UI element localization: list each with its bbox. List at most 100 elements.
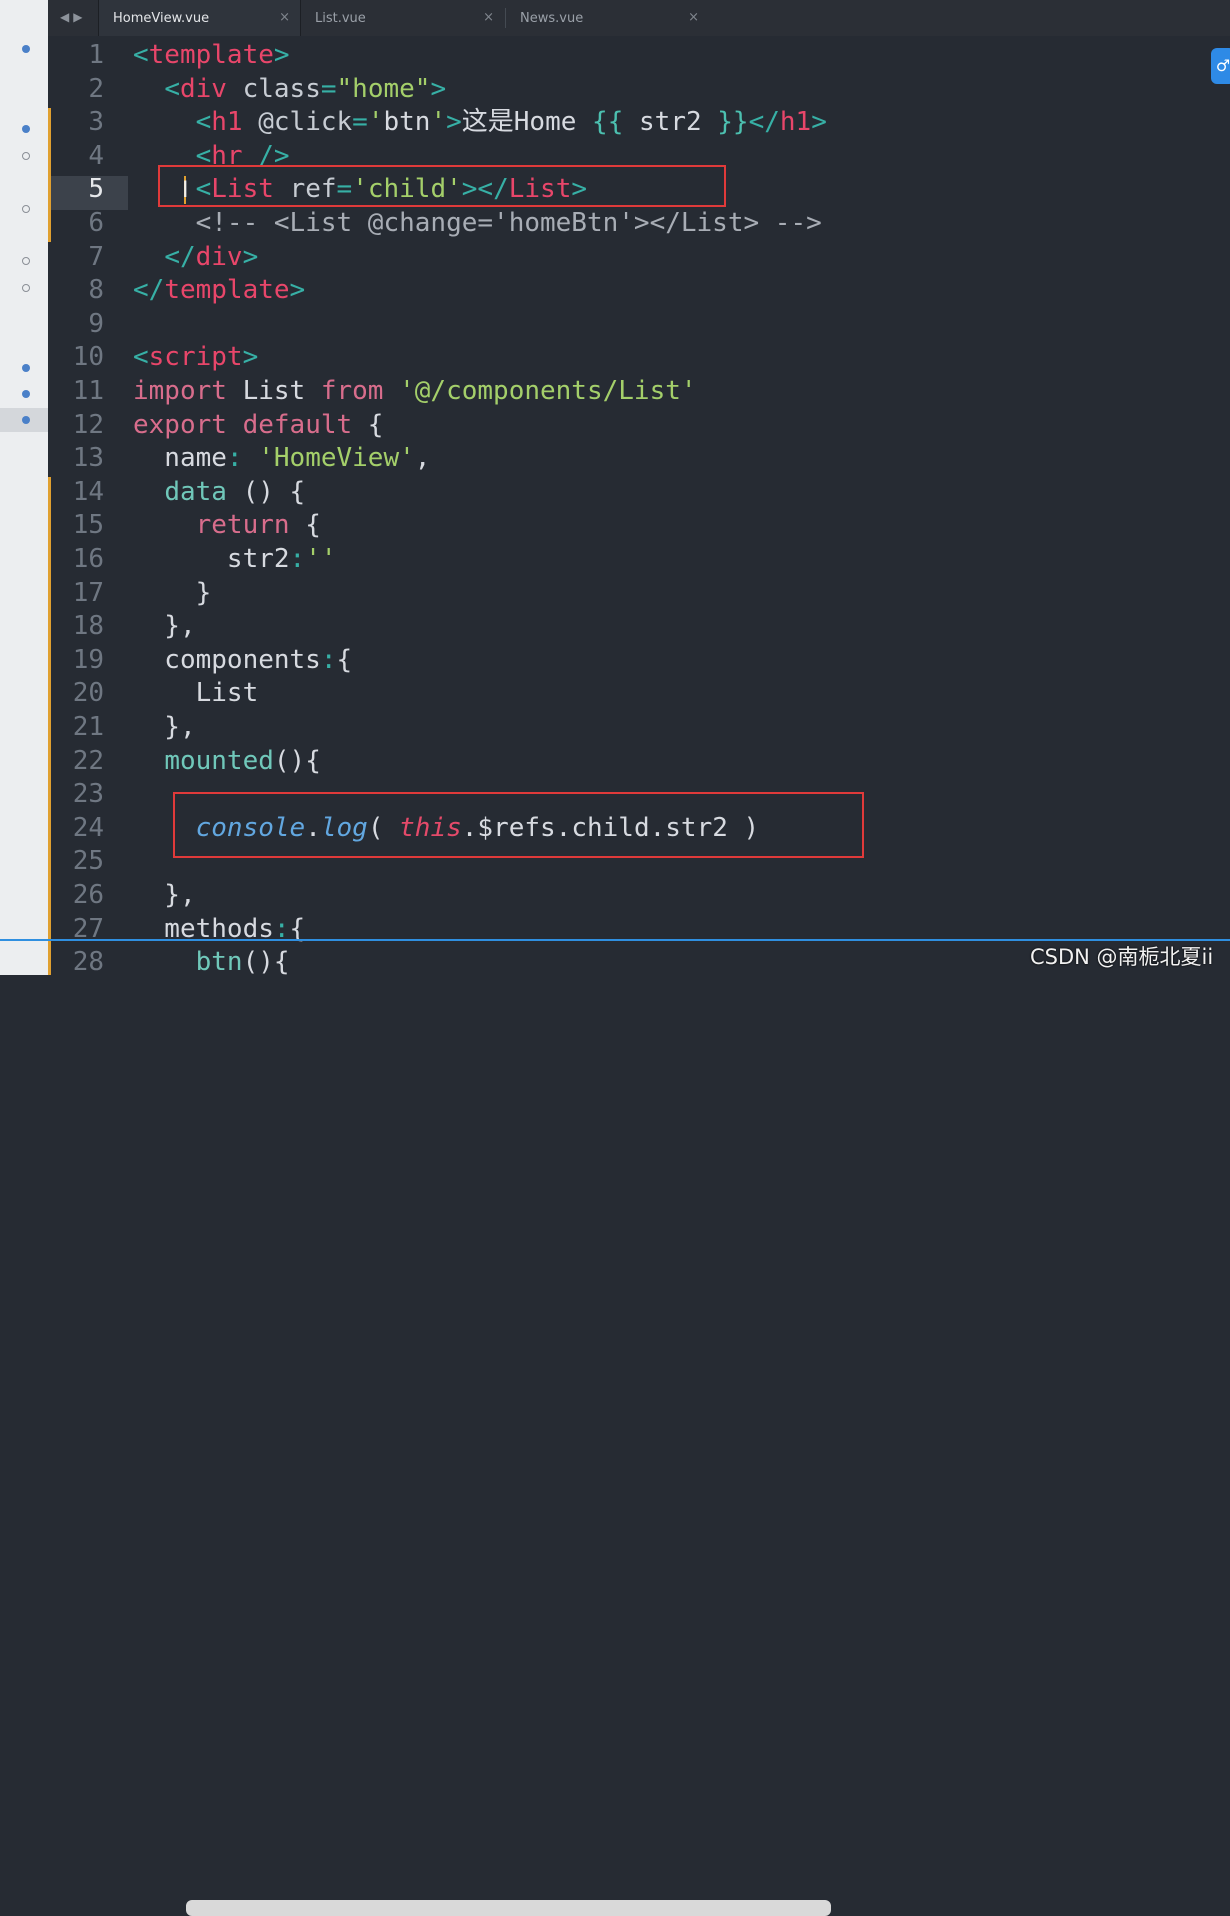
- sidebar-marker-dot[interactable]: [22, 257, 30, 265]
- code-line[interactable]: 14 data () {: [48, 476, 1230, 510]
- code-line[interactable]: 11 import List from '@/components/List': [48, 375, 1230, 409]
- code-line[interactable]: 12 export default {: [48, 409, 1230, 443]
- line-number: 22: [72, 745, 104, 776]
- code-text: name: 'HomeView',: [133, 442, 430, 476]
- code-line[interactable]: 7 </div>: [48, 241, 1230, 275]
- code-token: ': [430, 107, 447, 138]
- tab-label: HomeView.vue: [113, 11, 210, 26]
- code-text: components:{: [133, 644, 352, 678]
- sidebar-marker-dot[interactable]: [22, 152, 30, 160]
- line-number: 5: [88, 174, 104, 205]
- code-line[interactable]: 16 str2:'': [48, 543, 1230, 577]
- sidebar-marker-dot[interactable]: [22, 45, 30, 53]
- code-line[interactable]: 22 mounted(){: [48, 745, 1230, 779]
- code-token: },: [133, 712, 196, 742]
- line-number: 7: [88, 241, 104, 272]
- code-line[interactable]: 3 <h1 @click='btn'>这是Home {{ str2 }}</h1…: [48, 106, 1230, 140]
- line-number: 17: [72, 577, 104, 608]
- watermark: CSDN @南栀北夏ii: [1030, 945, 1214, 969]
- nav-forward-icon[interactable]: ▶: [73, 10, 86, 24]
- line-number: 19: [72, 644, 104, 675]
- code-text: export default {: [133, 409, 383, 443]
- sidebar-marker-dot[interactable]: [22, 125, 30, 133]
- code-line[interactable]: 6 <!-- <List @change='homeBtn'></List> -…: [48, 207, 1230, 241]
- link-icon[interactable]: ♂: [1211, 48, 1230, 84]
- code-line[interactable]: 13 name: 'HomeView',: [48, 442, 1230, 476]
- nav-back-icon[interactable]: ◀: [60, 10, 73, 24]
- code-token: str2: [133, 544, 290, 574]
- line-number: 11: [72, 376, 104, 406]
- line-number: 26: [72, 880, 104, 910]
- code-line[interactable]: 8 </template>: [48, 274, 1230, 308]
- code-token: str2: [623, 107, 718, 138]
- close-icon[interactable]: ×: [688, 10, 699, 25]
- code-line[interactable]: 1 <template>: [48, 39, 1230, 73]
- sidebar-marker-dot[interactable]: [22, 390, 30, 398]
- line-number: 8: [88, 275, 104, 306]
- code-token: {: [352, 409, 384, 440]
- code-line[interactable]: 18 },: [48, 610, 1230, 644]
- code-line[interactable]: 17 }: [48, 577, 1230, 611]
- code-token: import: [133, 376, 227, 406]
- line-number: 21: [72, 712, 104, 742]
- code-line[interactable]: 26 },: [48, 879, 1230, 913]
- code-token: export: [133, 409, 227, 440]
- line-number: 10: [72, 342, 104, 373]
- sidebar-marker-dot[interactable]: [22, 416, 30, 424]
- tab-news[interactable]: News.vue ×: [506, 0, 709, 36]
- code-token: >: [273, 40, 290, 70]
- code-line[interactable]: 21 },: [48, 711, 1230, 745]
- sidebar-marker-dot[interactable]: [22, 284, 30, 292]
- code-token: :: [320, 644, 337, 675]
- sidebar-marker-dot[interactable]: [22, 205, 30, 213]
- code-token: {: [289, 510, 321, 541]
- tab-label: News.vue: [520, 11, 584, 26]
- code-token: <: [133, 342, 149, 373]
- code-line[interactable]: 9: [48, 308, 1230, 342]
- code-token: components: [133, 644, 321, 675]
- line-number: 18: [72, 611, 104, 642]
- code-token: }: [133, 577, 212, 608]
- line-number: 3: [88, 107, 104, 138]
- close-icon[interactable]: ×: [279, 10, 290, 25]
- highlight-box-list-ref: [158, 165, 726, 207]
- code-token: </: [748, 107, 780, 138]
- editor-tab-bar: ◀▶ HomeView.vue × List.vue × News.vue ×: [48, 0, 1230, 37]
- line-number: 6: [88, 208, 104, 238]
- code-text: import List from '@/components/List': [133, 375, 697, 409]
- line-number: 15: [72, 510, 104, 541]
- code-text: return {: [133, 509, 321, 543]
- line-number: 25: [72, 846, 104, 877]
- code-text: },: [133, 879, 195, 913]
- code-token: :: [226, 443, 243, 474]
- horizontal-scrollbar[interactable]: [186, 1900, 831, 1916]
- code-token: 这是Home: [461, 107, 593, 138]
- code-text: <script>: [133, 341, 258, 375]
- code-token: from: [320, 376, 384, 406]
- code-token: >: [289, 275, 306, 306]
- code-line[interactable]: 10 <script>: [48, 341, 1230, 375]
- tab-homeview[interactable]: HomeView.vue ×: [98, 0, 301, 36]
- left-sidebar-strip: [0, 0, 49, 975]
- code-token: ': [367, 107, 384, 138]
- code-text: List: [133, 677, 259, 711]
- highlight-box-console-log: [173, 792, 864, 858]
- close-icon[interactable]: ×: [483, 10, 494, 25]
- code-token: data: [164, 476, 227, 507]
- line-number: 24: [72, 812, 104, 843]
- code-text: <template>: [133, 39, 290, 73]
- sidebar-marker-dot[interactable]: [22, 364, 30, 372]
- code-token: >: [811, 107, 827, 138]
- code-line[interactable]: 2 <div class="home">: [48, 73, 1230, 107]
- code-token: </: [164, 241, 196, 272]
- code-line[interactable]: 20 List: [48, 677, 1230, 711]
- code-token: {{: [592, 107, 624, 138]
- code-line[interactable]: 19 components:{: [48, 644, 1230, 678]
- code-line[interactable]: 15 return {: [48, 509, 1230, 543]
- tab-list[interactable]: List.vue ×: [301, 0, 504, 36]
